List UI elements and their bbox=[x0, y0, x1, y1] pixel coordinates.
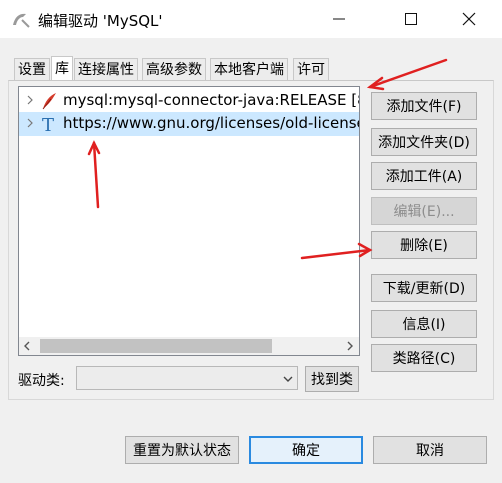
scroll-right-icon[interactable] bbox=[345, 340, 355, 352]
library-tree[interactable]: mysql:mysql-connector-java:RELEASE [8.0 … bbox=[18, 86, 360, 356]
list-item[interactable]: mysql:mysql-connector-java:RELEASE [8.0 bbox=[19, 89, 359, 113]
maven-feather-icon bbox=[42, 93, 56, 110]
edit-button[interactable]: 编辑(E)... bbox=[371, 197, 477, 225]
tab-native-client[interactable]: 本地客户端 bbox=[210, 58, 288, 80]
chevron-right-icon[interactable] bbox=[25, 93, 35, 107]
library-path: https://www.gnu.org/licenses/old-license bbox=[63, 114, 360, 132]
driver-class-select[interactable] bbox=[76, 366, 298, 390]
download-update-button[interactable]: 下载/更新(D) bbox=[371, 274, 477, 302]
maximize-icon[interactable] bbox=[388, 0, 434, 38]
window-title: 编辑驱动 'MySQL' bbox=[38, 12, 163, 30]
driver-class-label: 驱动类: bbox=[18, 373, 65, 389]
scrollbar-thumb[interactable] bbox=[40, 339, 272, 353]
add-artifact-button[interactable]: 添加工件(A) bbox=[371, 162, 477, 190]
reset-defaults-button[interactable]: 重置为默认状态 bbox=[125, 436, 239, 464]
tab-license[interactable]: 许可 bbox=[293, 58, 329, 80]
find-class-button[interactable]: 找到类 bbox=[305, 366, 359, 392]
tab-libraries[interactable]: 库 bbox=[51, 56, 73, 80]
chevron-right-icon[interactable] bbox=[25, 116, 35, 130]
dbeaver-icon bbox=[10, 8, 32, 30]
library-path: mysql:mysql-connector-java:RELEASE [8.0 bbox=[63, 91, 360, 109]
minimize-icon[interactable] bbox=[316, 0, 362, 38]
tab-advanced-parameters[interactable]: 高级参数 bbox=[142, 58, 206, 80]
class-path-button[interactable]: 类路径(C) bbox=[371, 344, 477, 372]
close-icon[interactable] bbox=[446, 0, 492, 38]
tab-connection-properties[interactable]: 连接属性 bbox=[74, 58, 138, 80]
svg-text:T: T bbox=[42, 115, 54, 134]
cancel-button[interactable]: 取消 bbox=[373, 436, 487, 464]
list-item[interactable]: T https://www.gnu.org/licenses/old-licen… bbox=[19, 112, 359, 136]
delete-button[interactable]: 删除(E) bbox=[371, 231, 477, 259]
scroll-left-icon[interactable] bbox=[22, 340, 32, 352]
info-button[interactable]: 信息(I) bbox=[371, 310, 477, 338]
text-file-icon: T bbox=[42, 115, 54, 134]
tab-settings[interactable]: 设置 bbox=[14, 58, 50, 80]
chevron-down-icon[interactable] bbox=[282, 373, 294, 383]
add-folder-button[interactable]: 添加文件夹(D) bbox=[371, 128, 477, 156]
ok-button[interactable]: 确定 bbox=[249, 436, 363, 464]
add-file-button[interactable]: 添加文件(F) bbox=[371, 92, 477, 120]
